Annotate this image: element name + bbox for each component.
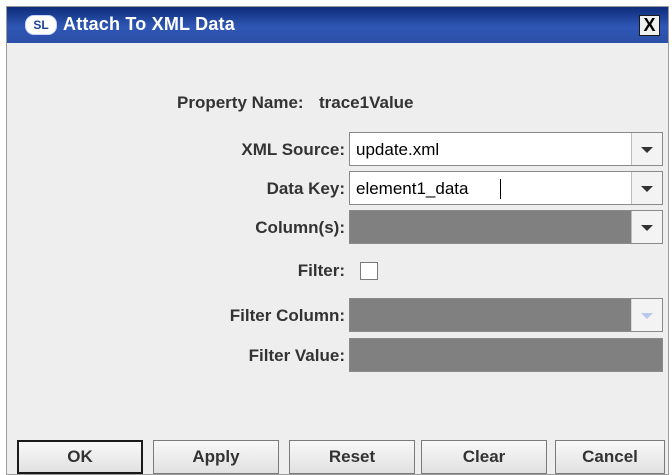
attach-xml-dialog: SL Attach To XML Data X Property Name: t… [6,6,669,475]
filter-label: Filter: [297,261,345,280]
clear-button[interactable]: Clear [421,440,547,474]
filter-column-field [350,299,632,331]
xml-source-combobox[interactable]: update.xml [349,132,663,166]
columns-combobox[interactable] [349,210,663,244]
title-bar: SL Attach To XML Data X [7,7,668,43]
property-name-label: Property Name: [177,93,304,112]
filter-value-field[interactable] [349,338,663,372]
cancel-button[interactable]: Cancel [555,440,665,474]
ok-button[interactable]: OK [17,440,143,474]
filter-column-label: Filter Column: [229,306,345,325]
data-key-label: Data Key: [266,179,345,198]
filter-checkbox[interactable] [360,262,378,280]
sl-app-icon: SL [25,15,57,35]
reset-button[interactable]: Reset [289,440,415,474]
apply-button[interactable]: Apply [153,440,279,474]
xml-source-value: update.xml [356,140,440,159]
columns-label: Column(s): [255,218,345,237]
data-key-dropdown-arrow-icon[interactable] [631,172,662,204]
xml-source-dropdown-arrow-icon[interactable] [631,133,662,165]
columns-field [350,211,632,243]
filter-column-dropdown-arrow-icon[interactable] [631,299,662,331]
close-button[interactable]: X [639,15,660,36]
data-key-combobox[interactable]: element1_data [349,171,663,205]
filter-value-label: Filter Value: [248,346,345,365]
data-key-value: element1_data [356,179,469,198]
filter-column-combobox[interactable] [349,298,663,332]
property-name-value: trace1Value [319,93,414,112]
close-icon: X [643,15,656,35]
dialog-title: Attach To XML Data [63,14,235,34]
text-caret [500,179,501,199]
columns-dropdown-arrow-icon[interactable] [631,211,662,243]
xml-source-label: XML Source: [241,140,345,159]
